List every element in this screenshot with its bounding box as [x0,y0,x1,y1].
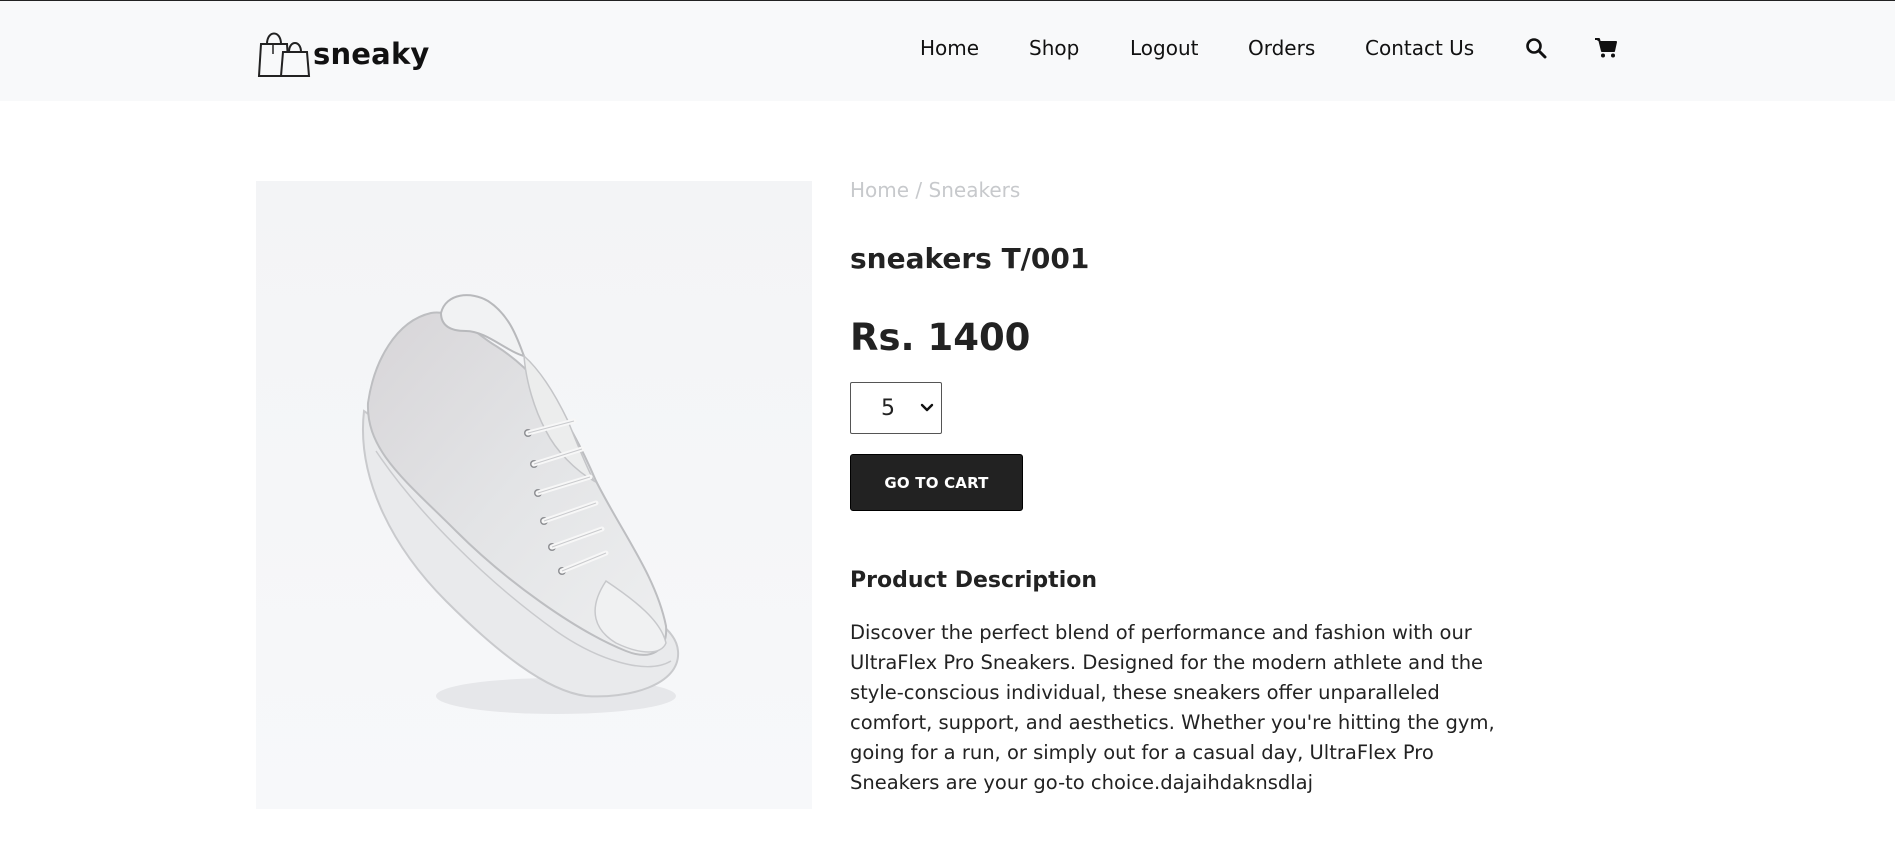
nav-home[interactable]: Home [920,31,979,65]
breadcrumb-home[interactable]: Home [850,178,909,202]
product-title: sneakers T/001 [850,242,1090,275]
cart-icon[interactable] [1591,33,1621,63]
quantity-value: 5 [881,395,895,421]
nav-shop[interactable]: Shop [1029,31,1079,65]
chevron-down-icon [920,403,934,412]
main-nav: Home Shop Logout Orders Contact Us [0,31,1895,65]
description-title: Product Description [850,568,1098,593]
breadcrumb-category[interactable]: Sneakers [929,178,1021,202]
breadcrumb-separator: / [909,178,929,202]
nav-contact-us[interactable]: Contact Us [1365,31,1474,65]
product-image [256,181,812,809]
sneaker-image [256,181,812,809]
go-to-cart-button[interactable]: GO TO CART [850,454,1023,511]
product-description: Discover the perfect blend of performanc… [850,621,1495,794]
product-price: Rs. 1400 [850,316,1031,359]
nav-orders[interactable]: Orders [1248,31,1315,65]
nav-logout[interactable]: Logout [1130,31,1198,65]
breadcrumb: Home / Sneakers [850,178,1020,202]
search-icon[interactable] [1521,33,1551,63]
quantity-select[interactable]: 5 [850,382,942,434]
site-header: sneaky Home Shop Logout Orders Contact U… [0,0,1895,101]
